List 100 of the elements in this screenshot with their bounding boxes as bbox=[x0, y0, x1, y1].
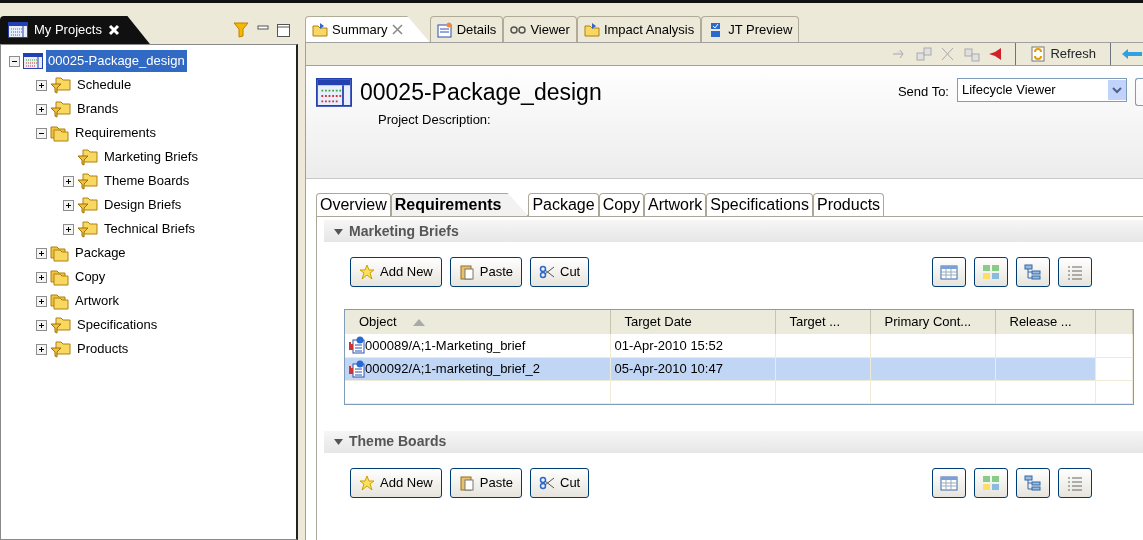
clipboard-icon bbox=[458, 474, 475, 491]
folder-icon bbox=[50, 124, 70, 142]
caret-icon bbox=[1108, 80, 1126, 100]
tree-item[interactable]: Specifications bbox=[75, 314, 160, 336]
tree-item[interactable]: Requirements bbox=[73, 122, 158, 144]
tree-view-icon bbox=[1024, 264, 1042, 280]
expand-toggle-icon[interactable] bbox=[36, 79, 47, 91]
query-folder-icon bbox=[50, 100, 72, 118]
table-cell: 01-Apr-2010 15:52 bbox=[610, 334, 775, 357]
toolbar-button[interactable]: Add New bbox=[350, 467, 442, 498]
form-tab[interactable]: Artwork bbox=[644, 193, 707, 216]
project-grid-icon bbox=[23, 53, 43, 69]
tree-item[interactable]: Brands bbox=[75, 98, 121, 120]
column-header[interactable]: Target ... bbox=[775, 310, 870, 334]
folder-icon bbox=[50, 244, 70, 262]
query-folder-icon bbox=[77, 172, 99, 190]
editor-tab[interactable]: JT Preview bbox=[701, 16, 800, 42]
view-button[interactable] bbox=[1016, 257, 1050, 287]
editor-tab[interactable]: Details bbox=[429, 16, 504, 42]
column-header[interactable]: Target Date bbox=[610, 310, 775, 334]
toolbar-button[interactable]: Paste bbox=[449, 467, 522, 498]
refresh-button[interactable]: Refresh bbox=[1026, 44, 1100, 64]
query-folder-icon bbox=[77, 196, 99, 214]
table-view-icon bbox=[940, 264, 958, 280]
star-icon bbox=[359, 474, 375, 491]
view-button[interactable] bbox=[1016, 467, 1050, 498]
editor-tab[interactable]: Impact Analysis bbox=[576, 16, 702, 42]
view-button[interactable] bbox=[1058, 257, 1092, 287]
collapse-toggle-icon[interactable] bbox=[9, 55, 20, 67]
form-tab[interactable]: Products bbox=[812, 193, 885, 216]
form-tab[interactable]: Specifications bbox=[706, 193, 813, 216]
form-tab[interactable]: Requirements bbox=[390, 193, 529, 216]
toolbar-button[interactable]: Cut bbox=[530, 257, 590, 287]
tree-view-icon bbox=[1024, 474, 1042, 491]
table-cell: 000092/A;1-marketing_brief_2 bbox=[345, 357, 610, 380]
form-tab[interactable]: Overview bbox=[316, 193, 391, 216]
tree-item[interactable]: Package bbox=[73, 242, 128, 264]
column-header[interactable]: Object bbox=[345, 310, 610, 334]
query-folder-icon bbox=[77, 220, 99, 238]
list-view-icon bbox=[1066, 474, 1084, 491]
scissors-icon bbox=[539, 474, 555, 491]
form-tab[interactable]: Copy bbox=[598, 193, 644, 216]
clipboard-icon bbox=[458, 264, 475, 280]
project-title: 00025-Package_design bbox=[360, 78, 602, 106]
query-folder-icon bbox=[50, 76, 72, 94]
form-tab[interactable]: Package bbox=[528, 193, 599, 216]
list-view-icon bbox=[1066, 264, 1084, 280]
document-icon bbox=[349, 359, 365, 378]
maximize-icon[interactable] bbox=[277, 23, 290, 37]
tree-item[interactable]: Design Briefs bbox=[102, 194, 184, 216]
collapse-triangle-icon[interactable] bbox=[334, 437, 343, 446]
view-tab[interactable]: My Projects bbox=[0, 16, 150, 44]
disabled-boxes-icon bbox=[963, 46, 982, 62]
expand-toggle-icon[interactable] bbox=[63, 199, 74, 211]
toolbar-button[interactable]: Cut bbox=[530, 467, 590, 498]
view-button[interactable] bbox=[974, 257, 1008, 287]
expand-toggle-icon[interactable] bbox=[36, 103, 47, 115]
view-button[interactable] bbox=[932, 467, 966, 498]
editor-tab[interactable]: Viewer bbox=[503, 16, 577, 42]
collapse-toggle-icon[interactable] bbox=[36, 127, 47, 139]
thumbnail-view-icon bbox=[982, 474, 1000, 491]
expand-toggle-icon[interactable] bbox=[36, 295, 47, 307]
tree-item[interactable]: Schedule bbox=[75, 74, 134, 96]
project-grid-icon bbox=[8, 22, 28, 38]
editor-tab[interactable]: Summary bbox=[305, 16, 430, 42]
table-cell: 000089/A;1-Marketing_brief bbox=[345, 334, 610, 357]
send-to-dropdown[interactable]: Lifecycle Viewer bbox=[957, 78, 1127, 102]
expand-toggle-icon[interactable] bbox=[36, 271, 47, 283]
column-header[interactable]: Primary Cont... bbox=[870, 310, 995, 334]
tree-item[interactable]: 00025-Package_design bbox=[46, 50, 187, 72]
expand-toggle-icon[interactable] bbox=[36, 343, 47, 355]
collapse-triangle-icon[interactable] bbox=[334, 226, 343, 236]
tree-item[interactable]: Technical Briefs bbox=[102, 218, 198, 240]
description-label: Project Description: bbox=[378, 111, 492, 129]
section-header[interactable]: Theme Boards bbox=[324, 430, 1143, 453]
document-icon bbox=[436, 21, 453, 38]
scissors-icon bbox=[539, 264, 555, 280]
tree-item[interactable]: Marketing Briefs bbox=[102, 146, 200, 168]
section-header[interactable]: Marketing Briefs bbox=[324, 220, 1143, 242]
star-icon bbox=[359, 264, 375, 280]
tree-item[interactable]: Copy bbox=[73, 266, 108, 288]
document-icon bbox=[349, 336, 365, 355]
view-button[interactable] bbox=[932, 257, 966, 287]
expand-toggle-icon[interactable] bbox=[36, 247, 47, 259]
toolbar-button[interactable]: Add New bbox=[350, 257, 442, 287]
query-folder-icon bbox=[50, 316, 72, 334]
column-header[interactable]: Release ... bbox=[995, 310, 1095, 334]
view-button[interactable] bbox=[974, 467, 1008, 498]
expand-toggle-icon[interactable] bbox=[63, 175, 74, 187]
query-folder-icon bbox=[50, 340, 72, 358]
send-to-label: Send To: bbox=[897, 83, 949, 101]
table-view-icon bbox=[940, 474, 958, 491]
view-button[interactable] bbox=[1058, 467, 1092, 498]
expand-toggle-icon[interactable] bbox=[36, 319, 47, 331]
tree-item[interactable]: Theme Boards bbox=[102, 170, 192, 192]
expand-toggle-icon[interactable] bbox=[63, 223, 74, 235]
refresh-icon bbox=[1030, 46, 1047, 62]
tree-item[interactable]: Artwork bbox=[73, 290, 122, 312]
toolbar-button[interactable]: Paste bbox=[449, 257, 522, 287]
tree-item[interactable]: Products bbox=[75, 338, 131, 360]
